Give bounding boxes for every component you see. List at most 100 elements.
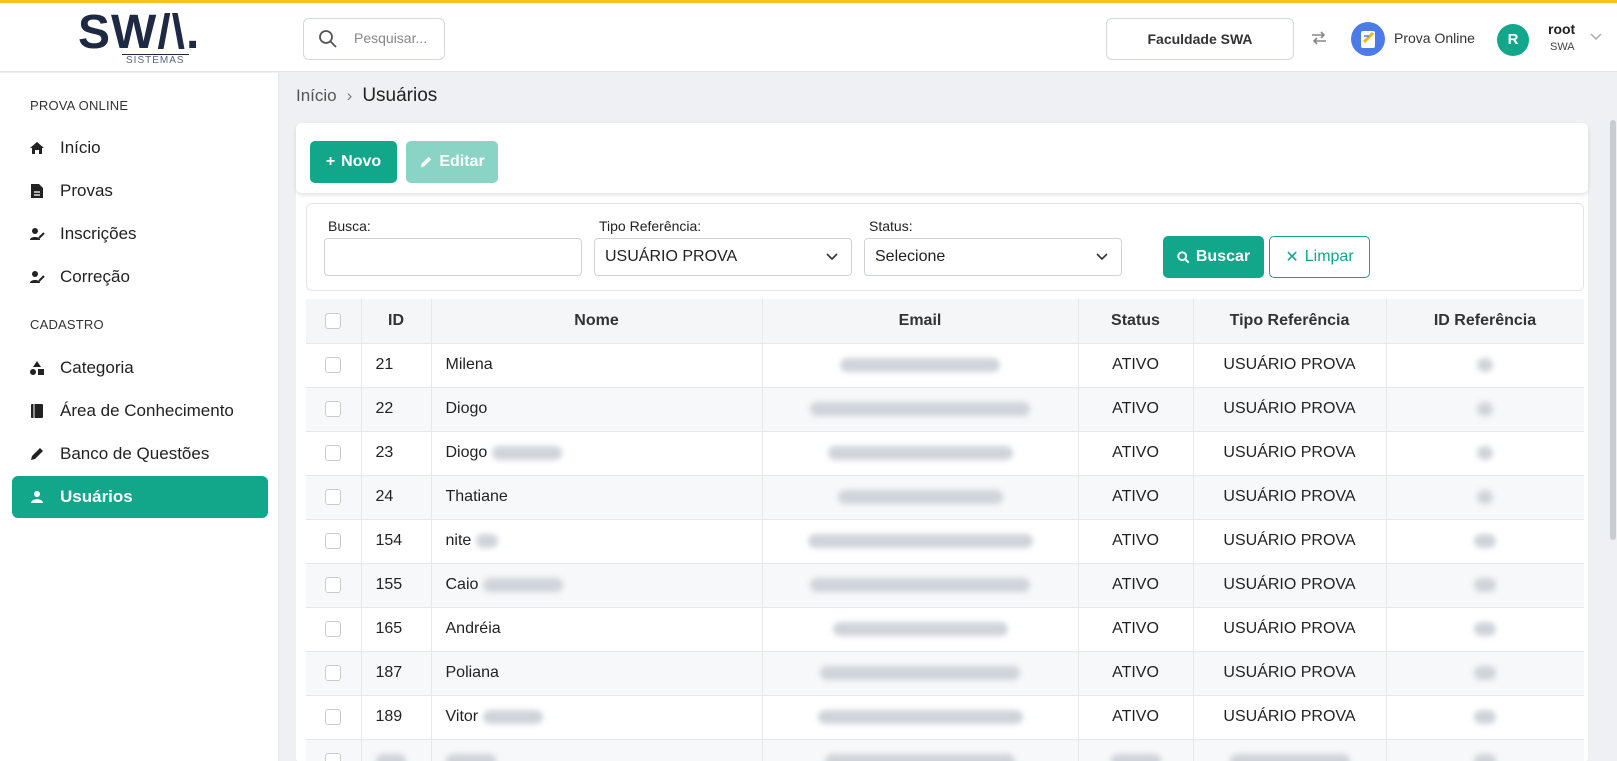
cell-email [762,430,1079,475]
breadcrumb-home[interactable]: Início [296,86,337,106]
sidebar-item-label: Usuários [60,487,133,506]
cell-email [762,518,1079,563]
table-row[interactable]: 189 Vitor ATIVO USUÁRIO PROVA [306,694,1584,739]
nome-text: Caio [445,576,479,593]
page-scrollbar[interactable] [1610,120,1616,540]
row-checkbox[interactable] [325,356,342,373]
user-edit-icon [28,268,46,286]
cell-status: ATIVO [1078,650,1194,695]
cell-status: ATIVO [1078,694,1194,739]
cell-nome: Poliana [431,650,763,695]
table-row[interactable]: 24 Thatiane ATIVO USUÁRIO PROVA [306,474,1584,519]
app-name[interactable]: Prova Online [1394,30,1475,46]
row-checkbox[interactable] [325,664,342,681]
row-checkbox[interactable] [325,532,342,549]
top-bar: SW/\. SISTEMAS Faculdade SWA Prova Onlin… [0,0,1617,72]
row-checkbox[interactable] [325,444,342,461]
home-icon [28,139,46,157]
cell-id-referencia [1386,386,1584,431]
col-header-email[interactable]: Email [762,299,1079,343]
institution-selector[interactable]: Faculdade SWA [1106,18,1294,60]
pencil-icon [421,156,432,168]
col-header-id-referencia[interactable]: ID Referência [1386,299,1584,343]
sidebar: PROVA ONLINE Início Provas Inscrições Co… [0,73,279,761]
cell-id: 21 [361,342,432,387]
sidebar-item-usuarios[interactable]: Usuários [12,476,268,518]
redacted-id [1477,401,1493,416]
chevron-down-icon[interactable] [1589,29,1603,43]
search-icon [1177,250,1190,263]
nome-text: nite [445,532,472,549]
select-all-checkbox[interactable] [325,312,342,329]
user-name[interactable]: root [1548,21,1575,37]
cell-status: ATIVO [1078,342,1194,387]
filter-panel: Busca: Tipo Referência: USUÁRIO PROVA St… [306,203,1584,291]
sidebar-item-inicio[interactable]: Início [12,127,268,169]
editar-label: Editar [439,153,485,170]
prova-online-app-icon[interactable] [1351,22,1385,56]
sidebar-item-categoria[interactable]: Categoria [12,347,268,389]
search-input[interactable] [354,30,440,46]
editar-button[interactable]: Editar [406,141,498,183]
table-row[interactable]: 165 Andréia ATIVO USUÁRIO PROVA [306,606,1584,651]
shapes-icon [28,359,46,377]
sidebar-item-area-conhecimento[interactable]: Área de Conhecimento [12,390,268,432]
nome-text: Poliana [445,664,499,681]
col-header-status[interactable]: Status [1078,299,1194,343]
table-row[interactable]: 154 nite ATIVO USUÁRIO PROVA [306,518,1584,563]
sidebar-item-inscricoes[interactable]: Inscrições [12,213,268,255]
redacted-id [1477,489,1493,504]
table-row[interactable]: 155 Caio ATIVO USUÁRIO PROVA [306,562,1584,607]
cell-tipo: USUÁRIO PROVA [1193,430,1387,475]
cell-id: 24 [361,474,432,519]
sidebar-item-correcao[interactable]: Correção [12,256,268,298]
row-checkbox[interactable] [325,488,342,505]
select-all-cell [306,299,362,343]
cell-nome: Diogo [431,430,763,475]
novo-button[interactable]: + Novo [310,141,397,183]
col-header-id[interactable]: ID [361,299,432,343]
cell-status: ATIVO [1078,430,1194,475]
cell-id: 165 [361,606,432,651]
user-avatar[interactable]: R [1497,24,1529,56]
tipo-referencia-select[interactable]: USUÁRIO PROVA [594,238,852,276]
cell-nome [431,738,763,761]
buscar-label: Buscar [1195,248,1251,265]
table-row[interactable]: 187 Poliana ATIVO USUÁRIO PROVA [306,650,1584,695]
redacted-surname [482,577,563,592]
cell-id: 189 [361,694,432,739]
table-row[interactable]: 22 Diogo ATIVO USUÁRIO PROVA [306,386,1584,431]
section-cadastro: CADASTRO [30,317,104,332]
row-checkbox[interactable] [325,400,342,417]
status-select[interactable]: Selecione [864,238,1122,276]
row-checkbox[interactable] [325,620,342,637]
buscar-button[interactable]: Buscar [1163,236,1264,278]
cell-id-referencia [1386,474,1584,519]
tipo-referencia-value: USUÁRIO PROVA [605,248,738,265]
cell-email [762,738,1079,761]
row-checkbox[interactable] [325,576,342,593]
sidebar-item-provas[interactable]: Provas [12,170,268,212]
row-checkbox[interactable] [325,708,342,725]
limpar-button[interactable]: ✕ Limpar [1269,236,1370,278]
swa-logo[interactable]: SW/\. SISTEMAS [78,9,208,69]
col-header-tipo-referencia[interactable]: Tipo Referência [1193,299,1387,343]
swap-arrows-icon[interactable] [1308,27,1330,49]
cell-id-referencia [1386,430,1584,475]
global-search[interactable] [303,18,445,60]
busca-input[interactable] [324,238,582,276]
cell-id: 154 [361,518,432,563]
redacted-email [820,665,1020,680]
busca-label: Busca: [328,218,371,234]
table-row[interactable]: 21 Milena ATIVO USUÁRIO PROVA [306,342,1584,387]
col-header-nome[interactable]: Nome [431,299,763,343]
row-checkbox-cell [306,386,362,431]
sidebar-item-banco-questoes[interactable]: Banco de Questões [12,433,268,475]
cell-status: ATIVO [1078,386,1194,431]
cell-tipo: USUÁRIO PROVA [1193,562,1387,607]
table-row-partial[interactable] [306,738,1584,761]
close-icon: ✕ [1285,249,1299,266]
table-row[interactable]: 23 Diogo ATIVO USUÁRIO PROVA [306,430,1584,475]
chevron-right-icon: › [346,86,353,105]
row-checkbox[interactable] [325,753,342,761]
